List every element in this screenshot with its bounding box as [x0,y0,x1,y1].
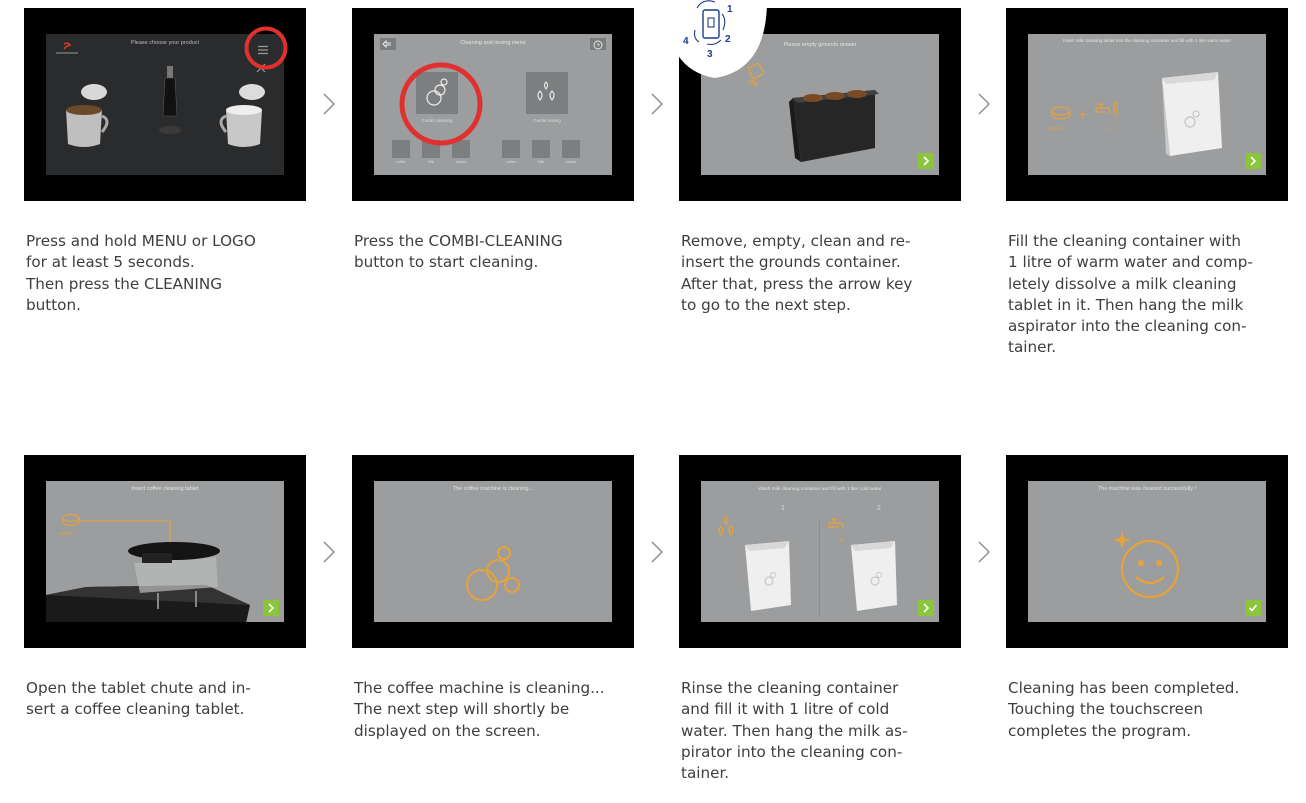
chevron-right-icon [923,603,930,613]
step-1-screenshot: Please choose your product [24,8,306,201]
cleaning-container-image [1158,68,1226,165]
cleaning-container-image [743,539,795,618]
rinse-container-screen: Wash milk cleaning container and fill wi… [701,481,939,622]
step-8-screenshot: The machine was cleaned successfully ! [1006,455,1288,648]
next-button[interactable] [918,153,934,169]
cleaning-container-image [849,539,901,618]
screen-title: Insert coffee cleaning tablet [131,486,199,492]
screen-title: Insert milk cleaning tablet into the cle… [1062,38,1232,43]
chevron-right-icon [923,156,930,166]
water-amount: 1L [839,537,845,542]
milk-jug-icon[interactable] [58,80,112,155]
step-6-screenshot: The coffee machine is cleaning... [352,455,634,648]
step-4-screenshot: Insert milk cleaning tablet into the cle… [1006,8,1288,201]
screen-title: Cleaning and rinsing menu [460,40,526,46]
clock-button[interactable] [590,38,606,50]
screen-title: The machine was cleaned successfully ! [1097,486,1197,492]
next-button[interactable] [918,600,934,616]
chevron-right-icon [1250,156,1257,166]
coffee-rinsing-button[interactable] [502,140,520,158]
screen-title: Wash milk cleaning container and fill wi… [758,487,882,492]
done-button[interactable] [1245,600,1261,616]
small-button-label: coffee [506,160,516,164]
small-button-label: coffee [396,160,406,164]
cleaning-complete-screen: The machine was cleaned successfully ! [1028,481,1266,622]
checkmark-icon [1248,604,1258,612]
chevron-right-icon [651,541,663,563]
small-button-label: Milk [427,160,435,164]
badge-number: 1 [727,4,733,15]
chevron-right-icon [978,541,990,563]
step-number: 1 [781,505,785,512]
chevron-right-icon [268,603,275,613]
combi-rinsing-button[interactable] [526,72,568,114]
tablet-code: 082516 [1048,126,1064,131]
badge-number: 3 [707,49,713,60]
water-drops-icon [715,515,737,542]
water-drops-icon [537,81,555,101]
step-caption: Rinse the cleaning container and fill it… [681,679,908,783]
grounds-container-image [783,78,881,171]
milk-tablet-screen: Insert milk cleaning tablet into the cle… [1028,34,1266,175]
highlight-circle [397,60,485,153]
clock-icon [593,40,603,50]
step-caption: The coffee machine is cleaning... The ne… [354,679,605,740]
step-caption: Remove, empty, clean and re- insert the … [681,232,913,314]
coffee-tablet-screen: Insert coffee cleaning tablet 082387 [46,481,284,622]
tablet-icon [1050,106,1072,127]
small-button-label: Instant [565,160,577,164]
badge-number: 4 [683,36,689,47]
chevron-right-icon [978,93,990,115]
divider [819,521,820,617]
step-2-screenshot: Cleaning and rinsing menu Combi cleaning… [352,8,634,201]
step-7-screenshot: Wash milk cleaning container and fill wi… [679,455,961,648]
screen-title: The coffee machine is cleaning... [452,486,534,492]
plus-sign: + [1079,106,1088,122]
next-button[interactable] [263,600,279,616]
highlight-circle [243,25,289,76]
next-button[interactable] [1245,153,1261,169]
step-caption: Open the tablet chute and in- sert a cof… [26,679,251,719]
step-caption: Press and hold MENU or LOGO for at least… [26,232,256,314]
chevron-right-icon [323,93,335,115]
chevron-right-icon [323,541,335,563]
step-caption: Press the COMBI-CLEANING button to start… [354,232,563,272]
step-number: 2 [877,505,881,512]
drawer-steps-badge: 1 2 3 4 [665,0,767,85]
step-5-screenshot: Insert coffee cleaning tablet 082387 [24,455,306,648]
cold-water-tap-icon [827,515,849,540]
badge-number: 2 [725,34,731,45]
milk-jug-icon[interactable] [218,80,272,155]
milk-rinsing-button[interactable] [532,140,550,158]
step-caption: Cleaning has been completed. Touching th… [1008,679,1240,740]
instant-rinsing-button[interactable] [562,140,580,158]
chevron-right-icon [651,93,663,115]
bottle-icon[interactable] [158,66,182,145]
bubbles-icon [460,539,528,614]
water-amount: 1L [1106,126,1112,131]
small-button-label: Milk [537,160,545,164]
combi-rinsing-label: Combi rinsing [533,118,561,123]
machine-cleaning-screen: The coffee machine is cleaning... [374,481,612,622]
step-caption: Fill the cleaning container with 1 litre… [1008,232,1253,357]
coffee-machine-image [46,535,262,622]
smiley-icon [1108,525,1188,610]
small-button-label: Instant [455,160,467,164]
